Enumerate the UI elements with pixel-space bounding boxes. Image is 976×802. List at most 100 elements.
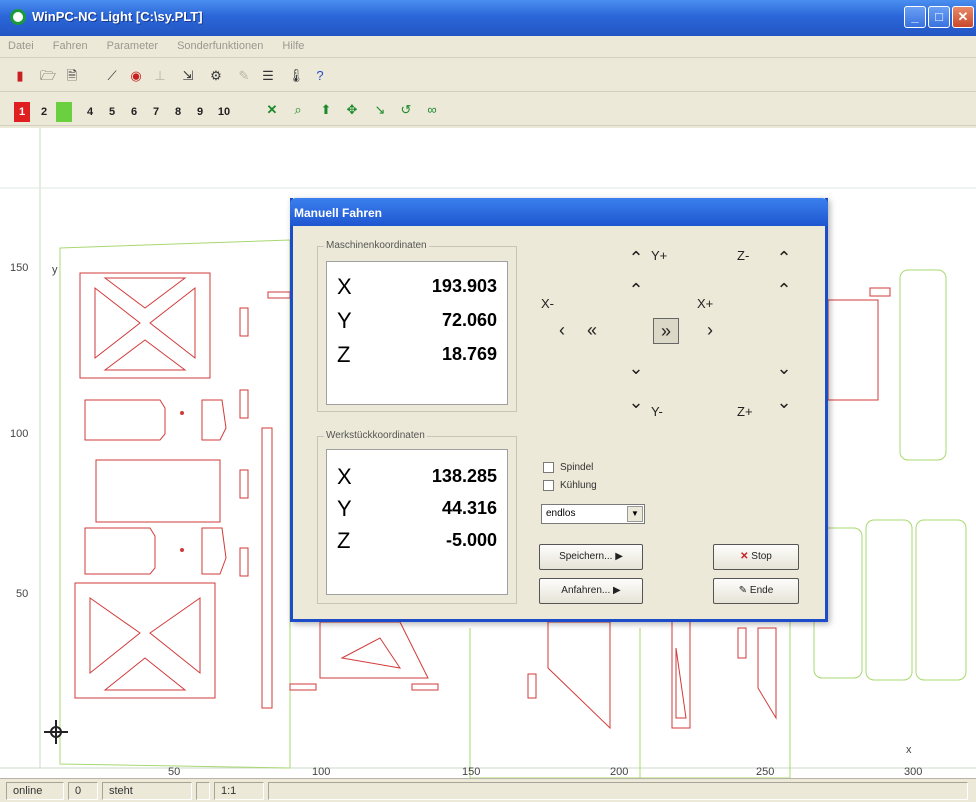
anfahren-button[interactable]: Anfahren... ▶ (539, 578, 643, 604)
workpiece-z-row: Z -5.000 (337, 528, 497, 558)
triangle-right-icon: ▶ (615, 551, 623, 562)
z-plus-fast-button[interactable]: ⌄ (771, 356, 797, 382)
menu-hilfe[interactable]: Hilfe (274, 36, 312, 52)
x-plus-slow-button[interactable]: › (697, 318, 723, 344)
machine-coordinates-label: Maschinenkoordinaten (324, 240, 429, 251)
tool-5-button[interactable]: 5 (104, 102, 120, 122)
z-plus-slow-button[interactable]: ⌄ (771, 390, 797, 416)
close-button[interactable]: ✕ (952, 6, 974, 28)
x-plus-fast-button[interactable]: » (653, 318, 679, 344)
y-plus-slow-button[interactable]: ⌃ (623, 246, 649, 272)
x-plus-label: X+ (697, 296, 714, 311)
manual-move-dialog: Manuell Fahren Maschinenkoordinaten X 19… (290, 198, 828, 622)
y-minus-fast-button[interactable]: ⌄ (623, 356, 649, 382)
title-bar: WinPC-NC Light [C:\sy.PLT] _ □ ✕ (0, 0, 976, 36)
exit-icon[interactable]: ▮ (10, 66, 30, 86)
machine-x-label: X (337, 274, 352, 299)
ende-button[interactable]: ✎ Ende (713, 578, 799, 604)
open-folder-icon[interactable]: 🗁 (38, 66, 58, 86)
z-plus-label: Z+ (737, 404, 753, 419)
x-minus-label: X- (541, 296, 554, 311)
arrow-up-icon[interactable]: ⬆ (316, 100, 336, 120)
help-icon[interactable]: ? (310, 66, 330, 86)
y-tick-50: 50 (16, 588, 29, 600)
x-minus-slow-button[interactable]: ‹ (549, 318, 575, 344)
triangle-right-icon: ▶ (613, 585, 621, 596)
minimize-button[interactable]: _ (904, 6, 926, 28)
workpiece-z-label: Z (337, 528, 351, 553)
x-tick-250: 250 (756, 766, 775, 778)
kuehlung-checkbox[interactable]: Kühlung (543, 480, 597, 491)
y-plus-fast-button[interactable]: ⌃ (623, 278, 649, 304)
color-wheel-icon[interactable]: ◉ (126, 66, 146, 86)
kuehlung-label: Kühlung (560, 480, 597, 492)
maximize-button[interactable]: □ (928, 6, 950, 28)
stop-icon: ✕ (740, 551, 752, 562)
spindel-checkbox-box[interactable] (543, 462, 554, 473)
y-axis-label: y (52, 264, 58, 276)
status-bar: online 0 steht 1:1 (0, 778, 976, 802)
workpiece-y-value: 44.316 (441, 498, 497, 518)
z-minus-fast-button[interactable]: ⌃ (771, 278, 797, 304)
z-minus-slow-button[interactable]: ⌃ (771, 246, 797, 272)
x-minus-fast-button[interactable]: « (579, 318, 605, 344)
kuehlung-checkbox-box[interactable] (543, 480, 554, 491)
tool-9-button[interactable]: 9 (192, 102, 208, 122)
speichern-button[interactable]: Speichern... ▶ (539, 544, 643, 570)
tool-1-button[interactable]: 1 (14, 102, 30, 122)
status-motion: steht (102, 782, 192, 800)
file-icon[interactable]: 🗎 (62, 66, 82, 86)
tool-8-button[interactable]: 8 (170, 102, 186, 122)
workpiece-z-value: -5.000 (445, 530, 497, 550)
graph-icon[interactable]: ⟋ (102, 66, 122, 86)
workpiece-x-label: X (337, 464, 352, 489)
arrow-down-right-icon[interactable]: ↘ (370, 100, 390, 120)
tool-6-button[interactable]: 6 (126, 102, 142, 122)
x-tick-300: 300 (904, 766, 923, 778)
y-minus-label: Y- (651, 404, 663, 419)
x-tick-100: 100 (312, 766, 331, 778)
move-icon[interactable]: ✥ (342, 100, 362, 120)
tool-2-button[interactable]: 2 (36, 102, 52, 122)
menu-parameter[interactable]: Parameter (99, 36, 166, 52)
y-tick-150: 150 (10, 262, 29, 274)
tool-3-button[interactable]: 3 (56, 102, 72, 122)
menu-datei[interactable]: Datei (0, 36, 42, 52)
zoom-icon[interactable]: ⌕ (288, 100, 308, 120)
tool-number-toolbar: 1 2 3 4 5 6 7 8 9 10 ✕ ⌕ ⬆ ✥ ↘ ↺ ∞ (0, 94, 976, 126)
list-icon[interactable]: ☰ (258, 66, 278, 86)
import-icon[interactable]: ⇲ (178, 66, 198, 86)
pencil-icon[interactable]: ✎ (234, 66, 254, 86)
tool-4-button[interactable]: 4 (82, 102, 98, 122)
status-scale: 1:1 (214, 782, 264, 800)
tool-7-button[interactable]: 7 (148, 102, 164, 122)
spindel-checkbox[interactable]: Spindel (543, 462, 593, 473)
menu-fahren[interactable]: Fahren (45, 36, 96, 52)
jog-mode-select[interactable]: endlos ▼ (541, 504, 645, 524)
status-empty (196, 782, 210, 800)
workpiece-coordinates-label: Werkstückkoordinaten (324, 430, 427, 441)
machine-icon[interactable]: ⚙ (206, 66, 226, 86)
chevron-down-icon[interactable]: ▼ (627, 506, 643, 522)
cross-icon[interactable]: ✕ (262, 100, 282, 120)
machine-z-row: Z 18.769 (337, 342, 497, 372)
x-tick-150: 150 (462, 766, 481, 778)
workpiece-y-row: Y 44.316 (337, 496, 497, 526)
stop-button[interactable]: ✕ Stop (713, 544, 799, 570)
machine-x-row: X 193.903 (337, 274, 497, 304)
workpiece-coordinates-display: X 138.285 Y 44.316 Z -5.000 (326, 449, 508, 595)
x-tick-200: 200 (610, 766, 629, 778)
stop-label: Stop (751, 551, 772, 562)
tool-icon[interactable]: ⊥ (150, 66, 170, 86)
rotate-icon[interactable]: ↺ (396, 100, 416, 120)
machine-y-value: 72.060 (441, 310, 497, 330)
jog-mode-value: endlos (546, 508, 576, 519)
menu-sonderfunktionen[interactable]: Sonderfunktionen (169, 36, 271, 52)
app-icon (10, 9, 26, 25)
y-tick-100: 100 (10, 428, 29, 440)
main-toolbar: ▮ 🗁 🗎 ⟋ ◉ ⊥ ⇲ ⚙ ✎ ☰ 🌡 ? (0, 60, 976, 92)
tool-10-button[interactable]: 10 (214, 102, 234, 122)
goggles-icon[interactable]: ∞ (422, 100, 442, 120)
thermometer-icon[interactable]: 🌡 (286, 66, 306, 86)
y-minus-slow-button[interactable]: ⌄ (623, 390, 649, 416)
